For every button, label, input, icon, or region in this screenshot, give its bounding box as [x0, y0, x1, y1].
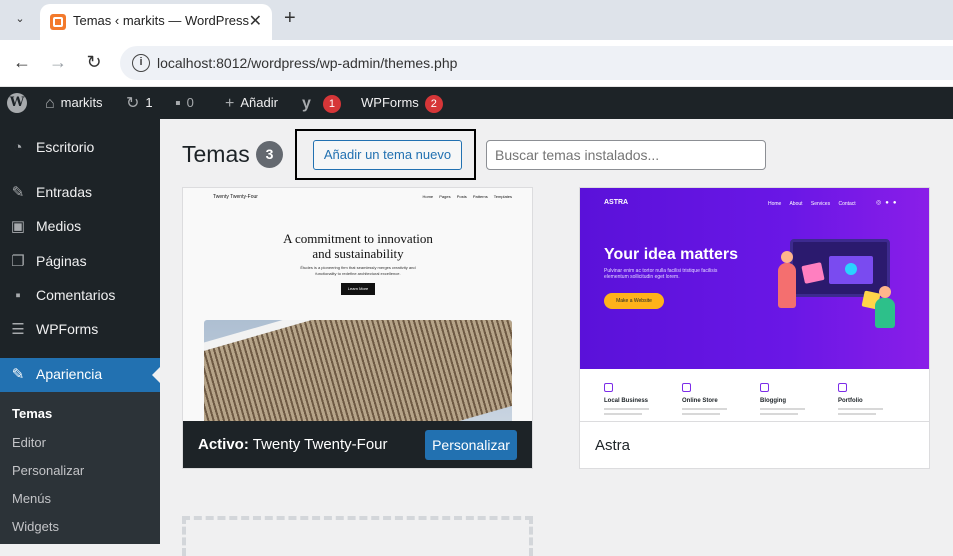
person-illustration	[875, 286, 895, 328]
sidebar-item-apariencia[interactable]: ✎ Apariencia	[0, 358, 160, 392]
adminbar-new-content[interactable]: + Añadir	[225, 87, 278, 119]
address-bar: ← → ↻ i localhost:8012/wordpress/wp-admi…	[0, 40, 953, 87]
wpforms-badge: 2	[424, 94, 443, 113]
astra-cta-button: Make a Website	[604, 293, 664, 309]
theme-card-twenty-twenty-four[interactable]: Twenty Twenty-Four Home Pages Posts Patt…	[182, 187, 533, 469]
service-item: Local Business	[604, 383, 674, 415]
wp-admin-bar: W ⌂ markits ↻ 1 ▪ 0 + Añadir y1 WPForms 2	[0, 87, 953, 119]
sidebar-item-paginas[interactable]: ❐ Páginas	[0, 245, 160, 279]
add-new-theme-button[interactable]: Añadir un tema nuevo	[313, 140, 462, 170]
pin-icon: ✎	[11, 184, 25, 201]
theme-card-astra[interactable]: ASTRA Home About Services Contact ◎●● Yo…	[579, 187, 930, 469]
yoast-icon: y	[302, 94, 311, 112]
yoast-badge: 1	[322, 94, 341, 113]
astra-headline: Your idea matters	[604, 246, 738, 263]
theme-screenshot[interactable]: ASTRA Home About Services Contact ◎●● Yo…	[580, 188, 929, 421]
astra-hero: ASTRA Home About Services Contact ◎●● Yo…	[580, 188, 929, 369]
sidebar-item-medios[interactable]: ▣ Medios	[0, 210, 160, 244]
play-icon	[845, 263, 857, 275]
person-illustration	[778, 251, 796, 308]
bag-icon	[682, 383, 691, 392]
admin-sidebar: ◔ Escritorio ✎ Entradas ▣ Medios ❐ Págin…	[0, 119, 160, 544]
preview-brand: Twenty Twenty-Four	[213, 194, 258, 200]
xampp-favicon-icon	[50, 14, 66, 30]
close-tab-icon[interactable]: ✕	[249, 11, 262, 31]
submenu-item-temas[interactable]: Temas	[12, 406, 52, 421]
preview-button: Learn More	[341, 283, 375, 295]
forms-icon: ☰	[11, 321, 25, 338]
site-info-icon[interactable]: i	[132, 54, 150, 72]
submenu-item-personalizar[interactable]: Personalizar	[12, 463, 84, 478]
comments-icon: ▪	[15, 287, 21, 304]
preview-building-photo	[204, 320, 512, 421]
wordpress-logo-icon[interactable]: W	[7, 93, 27, 113]
preview-body: Études is a pioneering firm that seamles…	[300, 265, 416, 276]
submenu-item-editor[interactable]: Editor	[12, 435, 46, 450]
media-icon: ▣	[10, 218, 26, 235]
astra-services: Local Business Online Store Blogging Por…	[580, 383, 929, 421]
active-theme-footer: Activo: Twenty Twenty-Four Personalizar	[183, 421, 532, 468]
comment-bubble-icon: ▪	[175, 94, 181, 112]
submenu-item-menus[interactable]: Menús	[12, 491, 51, 506]
back-arrow-icon[interactable]: ←	[11, 52, 33, 73]
theme-name: Astra	[595, 437, 631, 454]
adminbar-updates[interactable]: ↻ 1	[126, 87, 153, 119]
sidebar-item-wpforms[interactable]: ☰ WPForms	[0, 313, 160, 347]
sidebar-item-entradas[interactable]: ✎ Entradas	[0, 176, 160, 210]
building-icon	[604, 383, 613, 392]
submenu-item-widgets[interactable]: Widgets	[12, 519, 59, 534]
pages-icon: ❐	[11, 253, 25, 270]
preview-nav: Home Pages Posts Patterns Templates	[422, 194, 512, 199]
add-new-theme-card[interactable]	[182, 516, 533, 556]
search-themes-input[interactable]	[486, 140, 766, 170]
active-theme-label: Activo: Twenty Twenty-Four	[198, 436, 388, 453]
customize-button[interactable]: Personalizar	[425, 430, 517, 460]
adminbar-site-name[interactable]: ⌂ markits	[45, 87, 103, 119]
astra-body: Pulvinar enim ac tortor nulla facilisi t…	[604, 268, 718, 280]
theme-count-badge: 3	[256, 141, 283, 168]
portfolio-icon	[838, 383, 847, 392]
service-item: Online Store	[682, 383, 752, 415]
social-icons: ◎●●	[876, 200, 901, 206]
service-item: Portfolio	[838, 383, 908, 415]
updates-icon: ↻	[126, 94, 140, 112]
service-item: Blogging	[760, 383, 830, 415]
browser-tab[interactable]: Temas ‹ markits — WordPress ✕	[40, 4, 272, 40]
reload-icon[interactable]: ↻	[83, 52, 105, 73]
brush-icon: ✎	[11, 366, 25, 383]
pen-icon	[760, 383, 769, 392]
dashboard-icon: ◔	[13, 139, 23, 156]
theme-screenshot[interactable]: Twenty Twenty-Four Home Pages Posts Patt…	[183, 188, 532, 421]
adminbar-comments[interactable]: ▪ 0	[175, 87, 194, 119]
appearance-submenu: Temas Editor Personalizar Menús Widgets	[0, 392, 160, 544]
astra-logo: ASTRA	[604, 199, 629, 206]
home-icon: ⌂	[45, 94, 55, 112]
tab-title: Temas ‹ markits — WordPress	[73, 13, 250, 28]
adminbar-wpforms[interactable]: WPForms 2	[361, 87, 443, 119]
sidebar-item-comentarios[interactable]: ▪ Comentarios	[0, 279, 160, 313]
adminbar-yoast[interactable]: y1	[302, 87, 341, 119]
url-field[interactable]: i localhost:8012/wordpress/wp-admin/them…	[120, 46, 953, 80]
new-tab-icon[interactable]: +	[284, 7, 296, 30]
plus-icon: +	[225, 94, 235, 112]
page-title: Temas	[182, 141, 250, 167]
tab-search-chevron-icon[interactable]: ⌄	[9, 8, 31, 30]
forward-arrow-icon[interactable]: →	[47, 52, 69, 73]
astra-nav: Home About Services Contact	[768, 201, 856, 207]
url-text[interactable]: localhost:8012/wordpress/wp-admin/themes…	[157, 55, 457, 71]
theme-footer: Astra	[580, 421, 929, 468]
preview-headline: A commitment to innovation and sustainab…	[283, 231, 433, 261]
browser-tab-bar: ⌄ Temas ‹ markits — WordPress ✕ +	[0, 0, 953, 40]
sidebar-item-escritorio[interactable]: ◔ Escritorio	[0, 131, 160, 165]
